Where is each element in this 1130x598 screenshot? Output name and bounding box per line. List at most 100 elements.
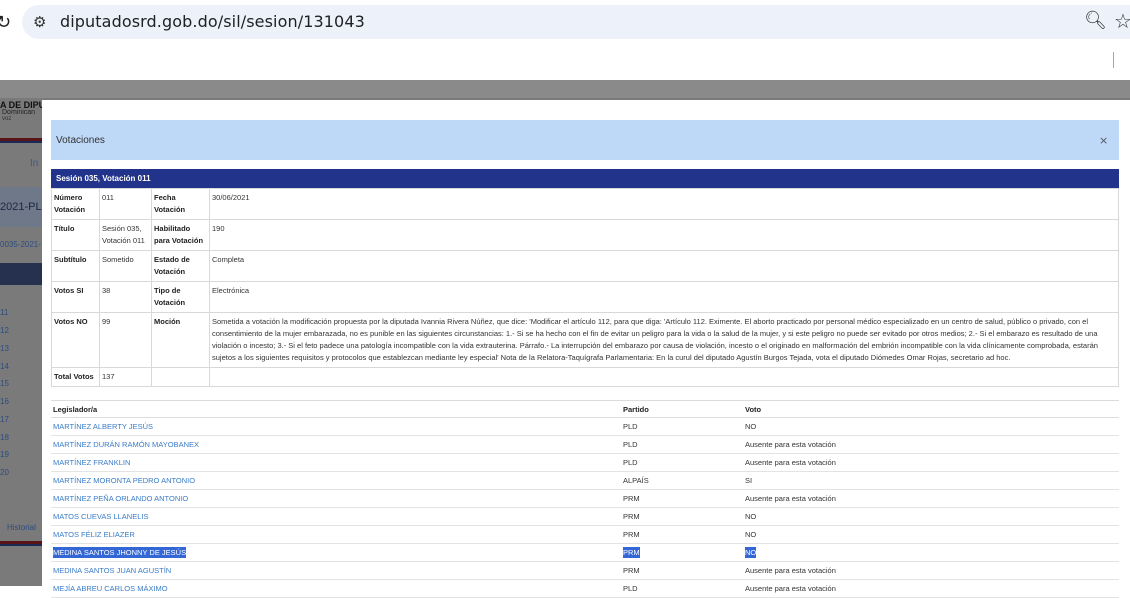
backdrop-number: 11 [0,308,9,317]
vote-cell: SI [743,471,1119,490]
vote-details-table: Número Votación 011 Fecha Votación 30/06… [51,188,1119,387]
detail-label: Habilitado para Votación [151,219,210,251]
detail-value: Completa [209,250,1119,282]
party-cell: PLD [621,417,743,436]
url-text[interactable]: diputadosrd.gob.do/sil/sesion/131043 [60,12,365,31]
site-logo-subtitle: Dominican [2,109,36,116]
detail-value: 99 [99,312,152,368]
column-header-partido[interactable]: Partido [621,400,743,418]
vote-panel-title: Sesión 035, Votación 011 [56,174,151,183]
toolbar-divider [1113,52,1114,68]
detail-value: Sesión 035, Votación 011 [99,219,152,251]
legislator-link[interactable]: MARTÍNEZ MORONTA PEDRO ANTONIO [51,471,621,490]
party-cell: PLD [621,435,743,454]
detail-value: 30/06/2021 [209,188,1119,220]
detail-value: 137 [99,367,152,387]
votaciones-modal: Votaciones × Sesión 035, Votación 011 Nú… [42,100,1130,598]
vote-cell: Ausente para esta votación [743,489,1119,508]
site-info-icon[interactable]: ⚙ [33,13,46,31]
vote-cell: Ausente para esta votación [743,453,1119,472]
bookmark-star-icon[interactable]: ☆ [1114,9,1130,33]
empty-cell [209,367,1119,387]
party-cell: PRM [621,543,743,562]
legislator-link[interactable]: MARTÍNEZ FRANKLIN [51,453,621,472]
close-icon[interactable]: × [1099,134,1108,147]
detail-label: Estado de Votación [151,250,210,282]
detail-label: Votos SI [51,281,100,313]
legislator-link[interactable]: MARTÍNEZ PEÑA ORLANDO ANTONIO [51,489,621,508]
table-row: MARTÍNEZ DURÁN RAMÓN MAYOBANEX PLD Ausen… [51,435,1119,454]
party-cell: PRM [621,489,743,508]
backdrop-historial-link: Historial [7,523,36,532]
legislator-link[interactable]: MARTÍNEZ DURÁN RAMÓN MAYOBANEX [51,435,621,454]
legislator-link[interactable]: MEDINA SANTOS JUAN AGUSTÍN [51,561,621,580]
selected-text: MEDINA SANTOS JHONNY DE JESÚS [53,547,187,558]
party-cell: PRM [621,507,743,526]
empty-cell [151,367,210,387]
backdrop-number: 14 [0,362,9,371]
backdrop-number: 12 [0,326,9,335]
detail-value: Electrónica [209,281,1119,313]
legislator-link[interactable]: MATOS CUEVAS LLANELIS [51,507,621,526]
backdrop-number: 13 [0,344,9,353]
detail-value: 38 [99,281,152,313]
detail-label: Número Votación [51,188,100,220]
backdrop-number: 15 [0,379,9,388]
detail-value: 190 [209,219,1119,251]
vote-panel-header: Sesión 035, Votación 011 [51,169,1119,188]
votes-table: Legislador/a Partido Voto MARTÍNEZ ALBER… [51,400,1119,598]
detail-label: Total Votos [51,367,100,387]
reload-icon[interactable]: ↻ [0,12,11,33]
detail-label: Título [51,219,100,251]
modal-title: Votaciones [56,135,105,146]
votes-header-row: Legislador/a Partido Voto [51,400,1119,418]
backdrop-top-strip [0,80,1130,98]
legislator-link[interactable]: MARTÍNEZ ALBERTY JESÚS [51,417,621,436]
legislator-link[interactable]: MEDINA SANTOS JHONNY DE JESÚS [51,543,621,562]
vote-cell: NO [743,543,1119,562]
selected-text: PRM [623,547,640,558]
address-bar[interactable]: ⚙ diputadosrd.gob.do/sil/sesion/131043 🔍… [22,5,1130,39]
column-header-legislador[interactable]: Legislador/a [51,400,621,418]
zoom-icon[interactable]: 🔍︎ [1084,10,1107,31]
backdrop-link: 0035-2021- [0,240,41,249]
backdrop-number: 20 [0,468,9,477]
backdrop-number: 18 [0,433,9,442]
legislator-link[interactable]: MATOS FÉLIZ ELIAZER [51,525,621,544]
backdrop-number: 17 [0,415,9,424]
vote-cell: NO [743,525,1119,544]
detail-label: Fecha Votación [151,188,210,220]
vote-cell: Ausente para esta votación [743,579,1119,598]
mocion-text: Sometida a votación la modificación prop… [209,312,1119,368]
party-cell: ALPAÍS [621,471,743,490]
site-logo-tagline: voz [2,116,12,122]
detail-label: Moción [151,312,210,368]
party-cell: PRM [621,561,743,580]
vote-cell: Ausente para esta votación [743,561,1119,580]
party-cell: PRM [621,525,743,544]
backdrop-nav-item: In [30,158,39,169]
column-header-voto[interactable]: Voto [743,400,1119,418]
party-cell: PLD [621,453,743,472]
detail-value: 011 [99,188,152,220]
table-row: MEDINA SANTOS JUAN AGUSTÍN PRM Ausente p… [51,561,1119,580]
detail-value: Sometido [99,250,152,282]
table-row: MATOS CUEVAS LLANELIS PRM NO [51,507,1119,526]
table-row: MEJÍA ABREU CARLOS MÁXIMO PLD Ausente pa… [51,579,1119,598]
detail-label: Subtítulo [51,250,100,282]
vote-cell: NO [743,507,1119,526]
browser-toolbar: ↻ ⚙ diputadosrd.gob.do/sil/sesion/131043… [0,0,1130,46]
selected-text: NO [745,547,757,558]
backdrop-number: 19 [0,450,9,459]
vote-cell: NO [743,417,1119,436]
table-row: MARTÍNEZ MORONTA PEDRO ANTONIO ALPAÍS SI [51,471,1119,490]
vote-cell: Ausente para esta votación [743,435,1119,454]
table-row: MARTÍNEZ FRANKLIN PLD Ausente para esta … [51,453,1119,472]
bookmarks-bar [0,46,1130,80]
modal-header: Votaciones × [51,120,1119,160]
table-row: MATOS FÉLIZ ELIAZER PRM NO [51,525,1119,544]
table-row-selected: MEDINA SANTOS JHONNY DE JESÚS PRM NO [51,543,1119,562]
detail-label: Votos NO [51,312,100,368]
legislator-link[interactable]: MEJÍA ABREU CARLOS MÁXIMO [51,579,621,598]
party-cell: PLD [621,579,743,598]
